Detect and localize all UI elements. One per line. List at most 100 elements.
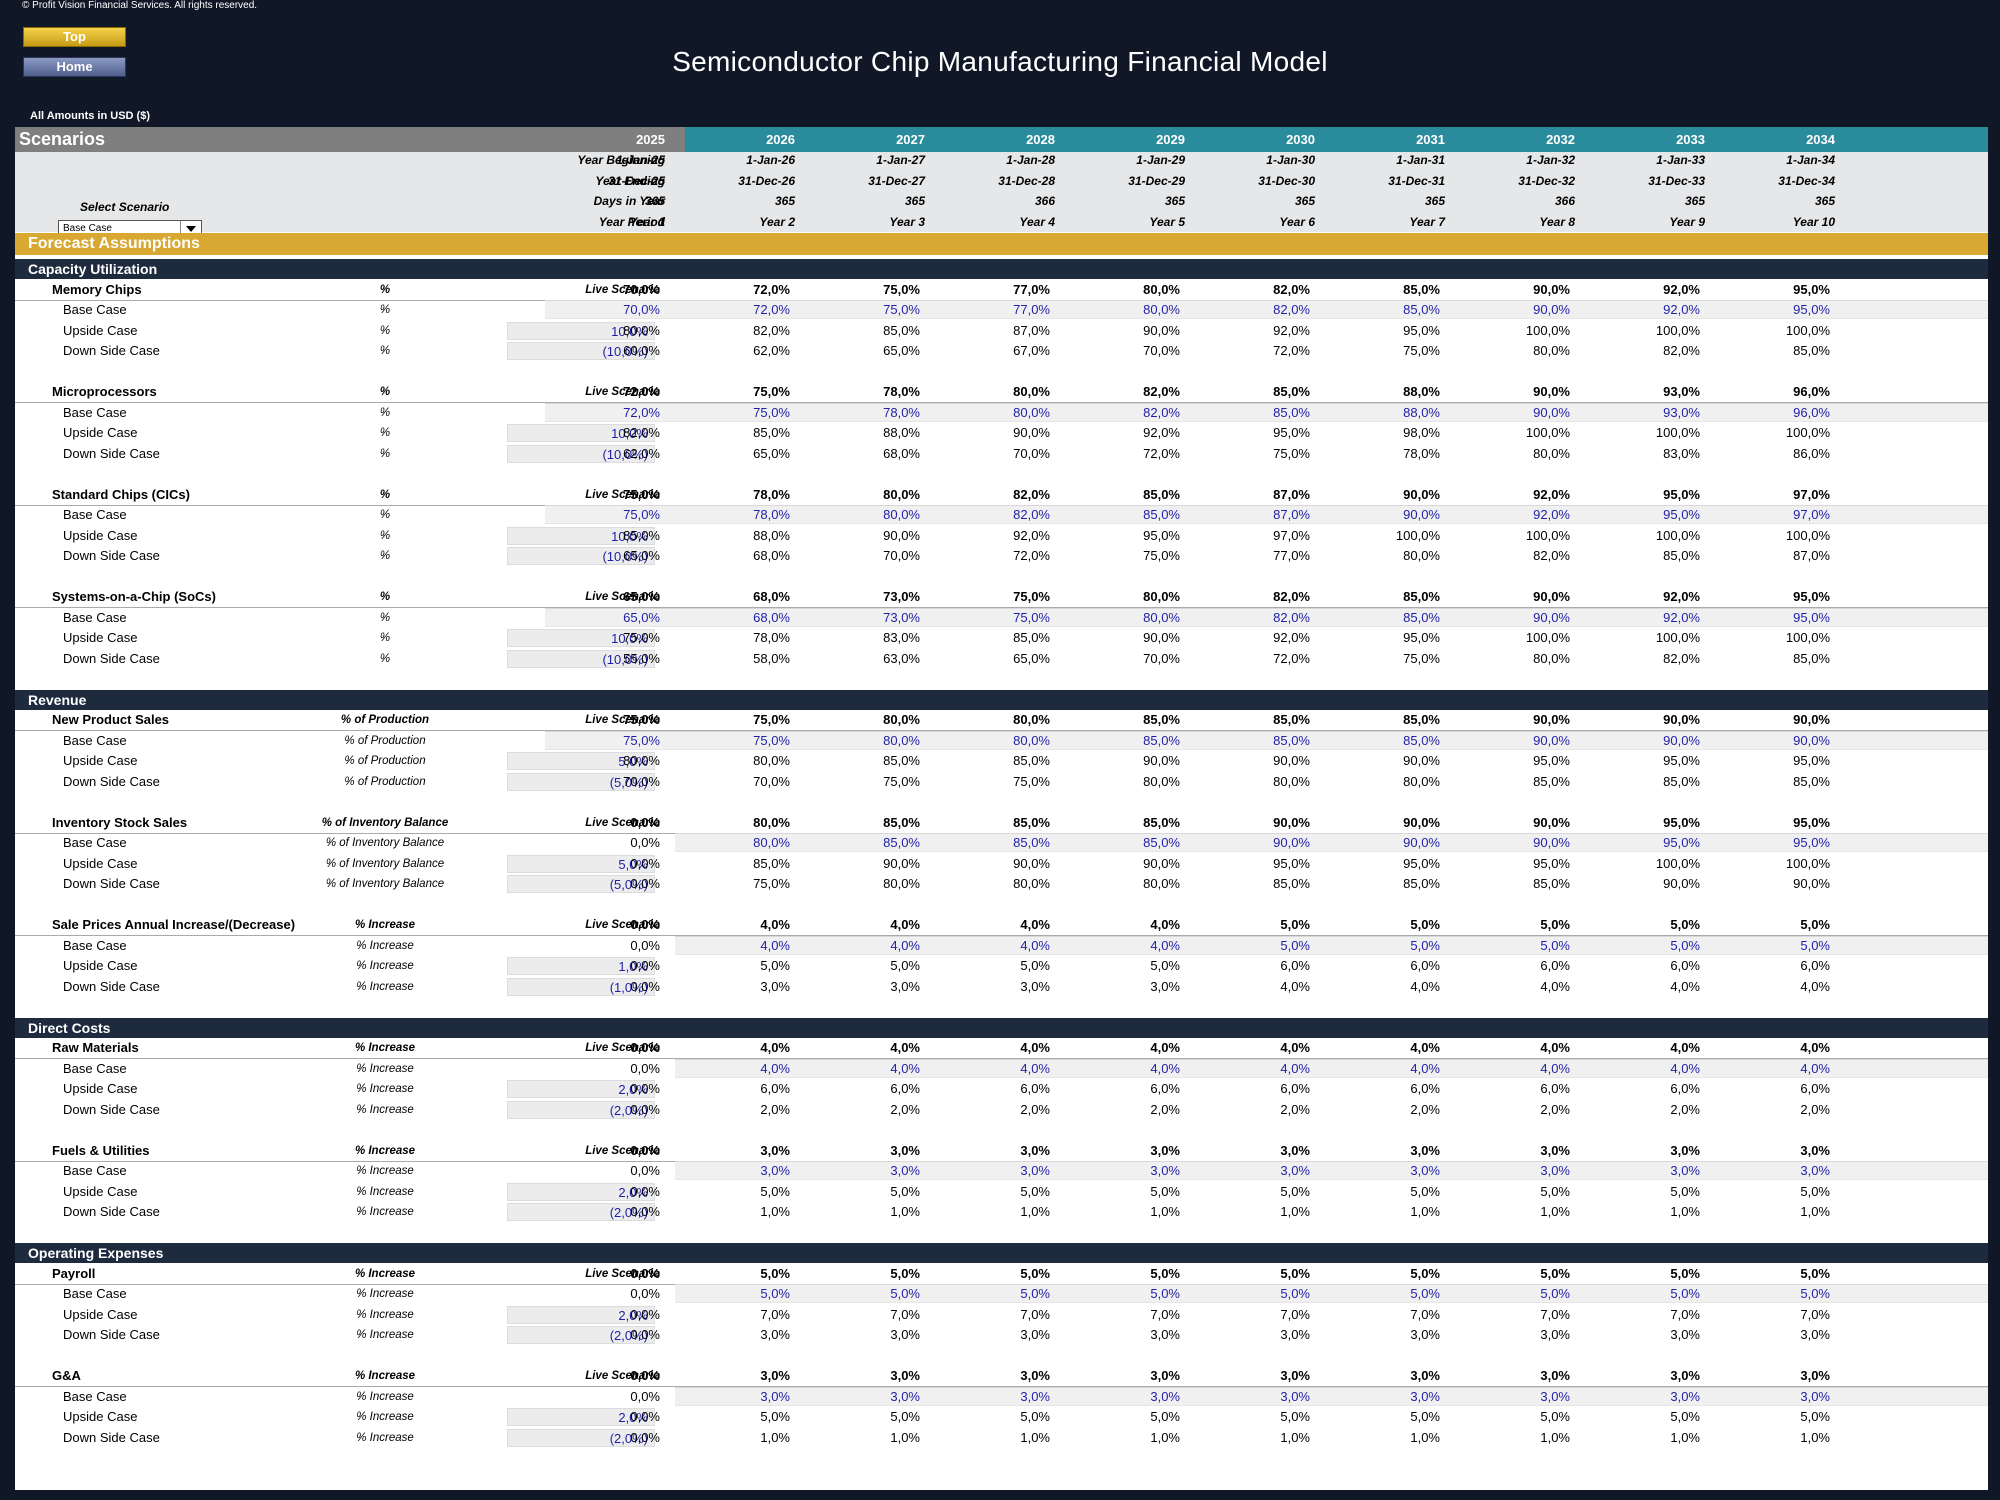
value-cell[interactable]: 5,0% (790, 1284, 920, 1304)
value-cell[interactable]: 90,0% (1440, 608, 1570, 628)
value-cell[interactable]: 5,0% (1180, 1284, 1310, 1304)
value-cell[interactable]: 80,0% (920, 731, 1050, 751)
value-cell[interactable]: 80,0% (790, 731, 920, 751)
value-cell[interactable]: 4,0% (1050, 936, 1180, 956)
value-cell[interactable]: 92,0% (1440, 505, 1570, 525)
top-button[interactable]: Top (23, 27, 126, 47)
value-cell[interactable]: 80,0% (1050, 608, 1180, 628)
value-cell[interactable]: 95,0% (1700, 833, 1830, 853)
value-cell[interactable]: 5,0% (1310, 936, 1440, 956)
value-cell[interactable]: 95,0% (1700, 608, 1830, 628)
value-cell[interactable]: 5,0% (1440, 1284, 1570, 1304)
value-cell[interactable]: 85,0% (920, 833, 1050, 853)
value-cell[interactable]: 82,0% (920, 505, 1050, 525)
value-cell[interactable]: 85,0% (1310, 731, 1440, 751)
value-cell[interactable]: 4,0% (1180, 1059, 1310, 1079)
value-cell[interactable]: 90,0% (1700, 731, 1830, 751)
value-cell[interactable]: 75,0% (790, 300, 920, 320)
value-cell[interactable]: 75,0% (660, 403, 790, 423)
value-cell[interactable]: 90,0% (1440, 403, 1570, 423)
value-cell[interactable]: 73,0% (790, 608, 920, 628)
value-cell[interactable]: 4,0% (920, 1059, 1050, 1079)
value-cell[interactable]: 3,0% (1570, 1387, 1700, 1407)
value-cell[interactable]: 85,0% (1050, 833, 1180, 853)
value-cell[interactable]: 95,0% (1700, 300, 1830, 320)
value-cell[interactable]: 3,0% (1310, 1387, 1440, 1407)
value-cell[interactable]: 68,0% (660, 608, 790, 628)
value-cell[interactable]: 3,0% (920, 1161, 1050, 1181)
value-cell[interactable]: 70,0% (530, 300, 660, 320)
value-cell[interactable]: 78,0% (790, 403, 920, 423)
value-cell[interactable]: 5,0% (920, 1284, 1050, 1304)
value-cell[interactable]: 5,0% (1180, 936, 1310, 956)
value-cell[interactable]: 4,0% (790, 936, 920, 956)
value-cell[interactable]: 72,0% (530, 403, 660, 423)
value-cell[interactable]: 82,0% (1050, 403, 1180, 423)
value-cell[interactable]: 5,0% (1050, 1284, 1180, 1304)
value-cell[interactable]: 82,0% (1180, 300, 1310, 320)
value-cell[interactable]: 95,0% (1570, 505, 1700, 525)
value-cell[interactable]: 3,0% (1440, 1161, 1570, 1181)
value-cell[interactable]: 3,0% (1440, 1387, 1570, 1407)
value-cell[interactable]: 80,0% (790, 505, 920, 525)
value-cell[interactable]: 90,0% (1440, 300, 1570, 320)
value-cell[interactable]: 90,0% (1310, 833, 1440, 853)
value-cell[interactable]: 96,0% (1700, 403, 1830, 423)
value-cell[interactable]: 90,0% (1180, 833, 1310, 853)
value-cell[interactable]: 77,0% (920, 300, 1050, 320)
value-cell[interactable]: 5,0% (660, 1284, 790, 1304)
value-cell[interactable]: 4,0% (1570, 1059, 1700, 1079)
value-cell[interactable]: 75,0% (530, 505, 660, 525)
value-cell[interactable]: 4,0% (790, 1059, 920, 1079)
value-cell[interactable]: 5,0% (1700, 1284, 1830, 1304)
value-cell[interactable]: 75,0% (530, 731, 660, 751)
value-cell[interactable]: 3,0% (660, 1387, 790, 1407)
value-cell[interactable]: 5,0% (1570, 936, 1700, 956)
value-cell[interactable]: 4,0% (660, 936, 790, 956)
value-cell[interactable]: 5,0% (1440, 936, 1570, 956)
value-cell[interactable]: 3,0% (1050, 1161, 1180, 1181)
value-cell[interactable]: 85,0% (1310, 300, 1440, 320)
value-cell[interactable]: 80,0% (1050, 300, 1180, 320)
value-cell[interactable]: 4,0% (1440, 1059, 1570, 1079)
value-cell[interactable]: 3,0% (1570, 1161, 1700, 1181)
value-cell[interactable]: 72,0% (660, 300, 790, 320)
value-cell[interactable]: 85,0% (1180, 403, 1310, 423)
value-cell[interactable]: 4,0% (1310, 1059, 1440, 1079)
value-cell[interactable]: 90,0% (1310, 505, 1440, 525)
value-cell[interactable]: 85,0% (1310, 608, 1440, 628)
value-cell[interactable]: 3,0% (920, 1387, 1050, 1407)
value-cell[interactable]: 80,0% (660, 833, 790, 853)
value-cell[interactable]: 3,0% (1310, 1161, 1440, 1181)
value-cell[interactable]: 90,0% (1440, 833, 1570, 853)
value-cell[interactable]: 3,0% (1180, 1161, 1310, 1181)
value-cell[interactable]: 85,0% (790, 833, 920, 853)
value-cell[interactable]: 75,0% (660, 731, 790, 751)
value-cell[interactable]: 95,0% (1570, 833, 1700, 853)
value-cell[interactable]: 5,0% (1310, 1284, 1440, 1304)
value-cell[interactable]: 3,0% (1180, 1387, 1310, 1407)
value-cell[interactable]: 3,0% (1700, 1387, 1830, 1407)
value-cell[interactable]: 97,0% (1700, 505, 1830, 525)
value-cell[interactable]: 90,0% (1440, 731, 1570, 751)
value-cell[interactable]: 87,0% (1180, 505, 1310, 525)
value-cell[interactable]: 85,0% (1050, 505, 1180, 525)
value-cell[interactable]: 82,0% (1180, 608, 1310, 628)
value-cell[interactable]: 5,0% (1700, 936, 1830, 956)
value-cell[interactable]: 3,0% (1050, 1387, 1180, 1407)
value-cell[interactable]: 3,0% (1700, 1161, 1830, 1181)
value-cell[interactable]: 78,0% (660, 505, 790, 525)
value-cell[interactable]: 3,0% (660, 1161, 790, 1181)
value-cell[interactable]: 93,0% (1570, 403, 1700, 423)
value-cell[interactable]: 75,0% (920, 608, 1050, 628)
value-cell[interactable]: 3,0% (790, 1387, 920, 1407)
value-cell[interactable]: 90,0% (1570, 731, 1700, 751)
value-cell[interactable]: 4,0% (1050, 1059, 1180, 1079)
value-cell[interactable]: 4,0% (920, 936, 1050, 956)
value-cell[interactable]: 4,0% (1700, 1059, 1830, 1079)
value-cell[interactable]: 65,0% (530, 608, 660, 628)
value-cell[interactable]: 92,0% (1570, 608, 1700, 628)
value-cell[interactable]: 85,0% (1050, 731, 1180, 751)
value-cell[interactable]: 88,0% (1310, 403, 1440, 423)
value-cell[interactable]: 85,0% (1180, 731, 1310, 751)
